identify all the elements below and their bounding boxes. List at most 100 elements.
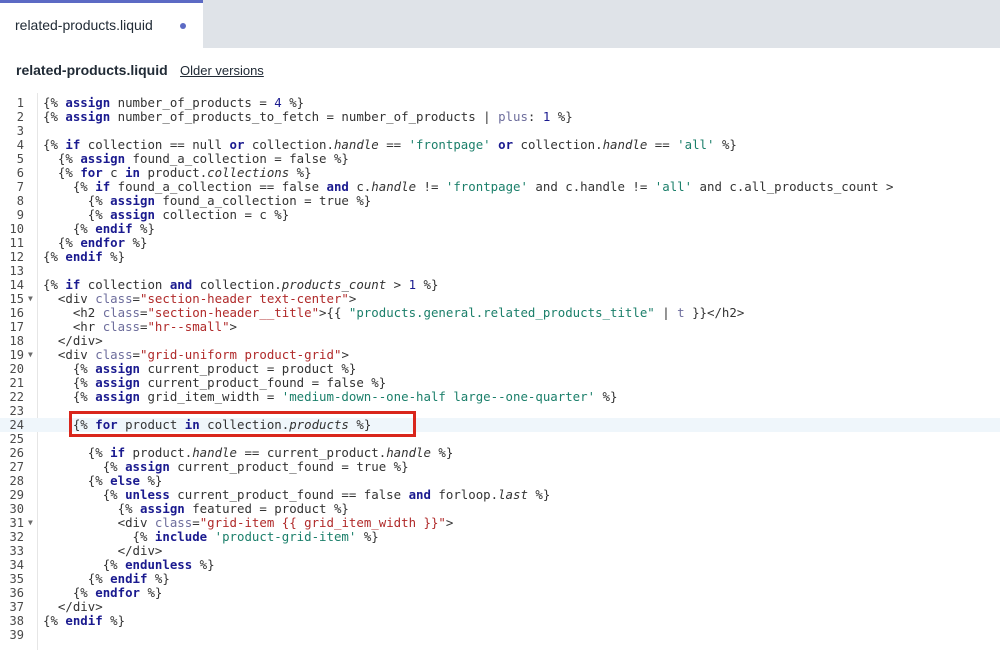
- line-number: 13: [9, 264, 24, 278]
- line-number: 29: [9, 488, 24, 502]
- line-number: 38: [9, 614, 24, 628]
- unsaved-dot-icon: [180, 23, 186, 29]
- code-line[interactable]: 38 {% endif %}: [0, 614, 1000, 629]
- code-area[interactable]: 1 {% assign number_of_products = 4 %} 2 {% …: [0, 93, 1000, 650]
- tab-related-products[interactable]: related-products.liquid: [0, 0, 203, 48]
- code-line[interactable]: 31 ▼ <div class="grid-item {{ grid_item_w…: [0, 516, 1000, 531]
- line-number: 11: [9, 236, 24, 250]
- line-number: 4: [16, 138, 24, 152]
- line-number: 27: [9, 460, 24, 474]
- code-line[interactable]: 2 {% assign number_of_products_to_fetch =…: [0, 110, 1000, 125]
- line-number: 2: [16, 110, 24, 124]
- code-text: {% assign current_product_found = true %…: [102, 459, 409, 474]
- line-number: 3: [16, 124, 24, 138]
- older-versions-link[interactable]: Older versions: [180, 63, 264, 78]
- code-text: {% endfor %}: [72, 585, 163, 600]
- line-number: 36: [9, 586, 24, 600]
- line-number: 9: [16, 208, 24, 222]
- code-text: {% assign current_product_found = false …: [72, 375, 387, 390]
- code-text: {% assign found_a_collection = true %}: [87, 193, 372, 208]
- code-line[interactable]: 34 {% endunless %}: [0, 558, 1000, 573]
- highlight-box: [69, 411, 416, 437]
- code-line[interactable]: 26 {% if product.handle == current_produ…: [0, 445, 1000, 461]
- line-number: 23: [9, 404, 24, 418]
- code-line[interactable]: 9 {% assign collection = c %}: [0, 208, 1000, 223]
- code-line[interactable]: 29 {% unless current_product_found == fa…: [0, 487, 1000, 503]
- code-text: {% if collection == null or collection.h…: [43, 137, 737, 152]
- code-text: </div>: [117, 543, 163, 558]
- code-text: {% assign found_a_collection = false %}: [57, 151, 349, 166]
- code-text: {% assign grid_item_width = 'medium-down…: [72, 389, 618, 404]
- line-number: 19: [9, 348, 24, 362]
- code-text: {% assign featured = product %}: [117, 501, 349, 516]
- line-number: 15: [9, 292, 24, 306]
- line-number: 1: [16, 96, 24, 110]
- code-line[interactable]: 20 {% assign current_product = product %…: [0, 361, 1000, 377]
- code-line[interactable]: 27 {% assign current_product_found = tru…: [0, 459, 1000, 475]
- line-number: 21: [9, 376, 24, 390]
- line-number: 30: [9, 502, 24, 516]
- line-number: 6: [16, 166, 24, 180]
- code-line[interactable]: 28 {% else %}: [0, 473, 1000, 489]
- code-line[interactable]: 14 {% if collection and collection.produc…: [0, 278, 1000, 293]
- code-line[interactable]: 36 {% endfor %}: [0, 585, 1000, 601]
- line-number: 10: [9, 222, 24, 236]
- code-text: {% if product.handle == current_product.…: [87, 445, 454, 460]
- code-line[interactable]: 37 </div>: [0, 600, 1000, 615]
- code-line[interactable]: 12 {% endif %}: [0, 249, 1000, 265]
- code-line[interactable]: 39: [0, 628, 1000, 642]
- code-line[interactable]: 22 {% assign grid_item_width = 'medium-d…: [0, 389, 1000, 405]
- line-number: 14: [9, 278, 24, 292]
- line-number: 26: [9, 446, 24, 460]
- code-line[interactable]: 33 </div>: [0, 543, 1000, 559]
- code-line[interactable]: 5 {% assign found_a_collection = false %…: [0, 151, 1000, 167]
- line-number: 7: [16, 180, 24, 194]
- fold-arrow-icon[interactable]: ▼: [28, 516, 33, 530]
- code-text: {% endif %}: [43, 249, 126, 264]
- code-line[interactable]: 32 {% include 'product-grid-item' %}: [0, 529, 1000, 545]
- line-number: 18: [9, 334, 24, 348]
- code-text: <hr class="hr--small">: [72, 319, 237, 334]
- code-line[interactable]: 17 <hr class="hr--small">: [0, 319, 1000, 335]
- code-line[interactable]: 18 </div>: [0, 334, 1000, 349]
- line-number: 39: [9, 628, 24, 642]
- code-text: {% unless current_product_found == false…: [102, 487, 551, 502]
- file-title: related-products.liquid: [16, 62, 168, 78]
- fold-arrow-icon[interactable]: ▼: [28, 292, 33, 306]
- line-number: 28: [9, 474, 24, 488]
- tab-bar: related-products.liquid: [0, 0, 1000, 48]
- code-line[interactable]: 30 {% assign featured = product %}: [0, 501, 1000, 517]
- line-number: 37: [9, 600, 24, 614]
- code-line[interactable]: 4 {% if collection == null or collection.…: [0, 137, 1000, 153]
- line-number: 12: [9, 250, 24, 264]
- line-number: 33: [9, 544, 24, 558]
- code-text: {% endfor %}: [57, 235, 148, 250]
- line-number: 25: [9, 432, 24, 446]
- code-line[interactable]: 6 {% for c in product.collections %}: [0, 166, 1000, 181]
- code-editor[interactable]: 1 {% assign number_of_products = 4 %} 2 {% …: [0, 93, 1000, 650]
- code-line[interactable]: 15 ▼ <div class="section-header text-cent…: [0, 291, 1000, 307]
- file-header: related-products.liquid Older versions: [0, 48, 1000, 93]
- code-text: {% else %}: [87, 473, 163, 488]
- code-line[interactable]: 8 {% assign found_a_collection = true %}: [0, 193, 1000, 209]
- code-line[interactable]: 16 <h2 class="section-header__title">{{ …: [0, 306, 1000, 321]
- code-line[interactable]: 11 {% endfor %}: [0, 235, 1000, 251]
- line-number: 17: [9, 320, 24, 334]
- line-number: 5: [16, 152, 24, 166]
- code-line[interactable]: 19 ▼ <div class="grid-uniform product-gri…: [0, 347, 1000, 363]
- code-text: <div class="section-header text-center">: [57, 291, 357, 306]
- code-text: {% include 'product-grid-item' %}: [132, 529, 379, 544]
- code-line[interactable]: 13: [0, 264, 1000, 278]
- fold-arrow-icon[interactable]: ▼: [28, 348, 33, 362]
- code-line[interactable]: 21 {% assign current_product_found = fal…: [0, 375, 1000, 391]
- code-line[interactable]: 7 {% if found_a_collection == false and …: [0, 180, 1000, 195]
- code-line[interactable]: 3: [0, 124, 1000, 138]
- code-line[interactable]: 1 {% assign number_of_products = 4 %}: [0, 96, 1000, 111]
- code-line[interactable]: 35 {% endif %}: [0, 572, 1000, 587]
- code-text: {% assign current_product = product %}: [72, 361, 357, 376]
- code-text: {% endif %}: [72, 221, 155, 236]
- code-text: <div class="grid-uniform product-grid">: [57, 347, 349, 362]
- line-number: 31: [9, 516, 24, 530]
- line-number: 34: [9, 558, 24, 572]
- code-line[interactable]: 10 {% endif %}: [0, 221, 1000, 237]
